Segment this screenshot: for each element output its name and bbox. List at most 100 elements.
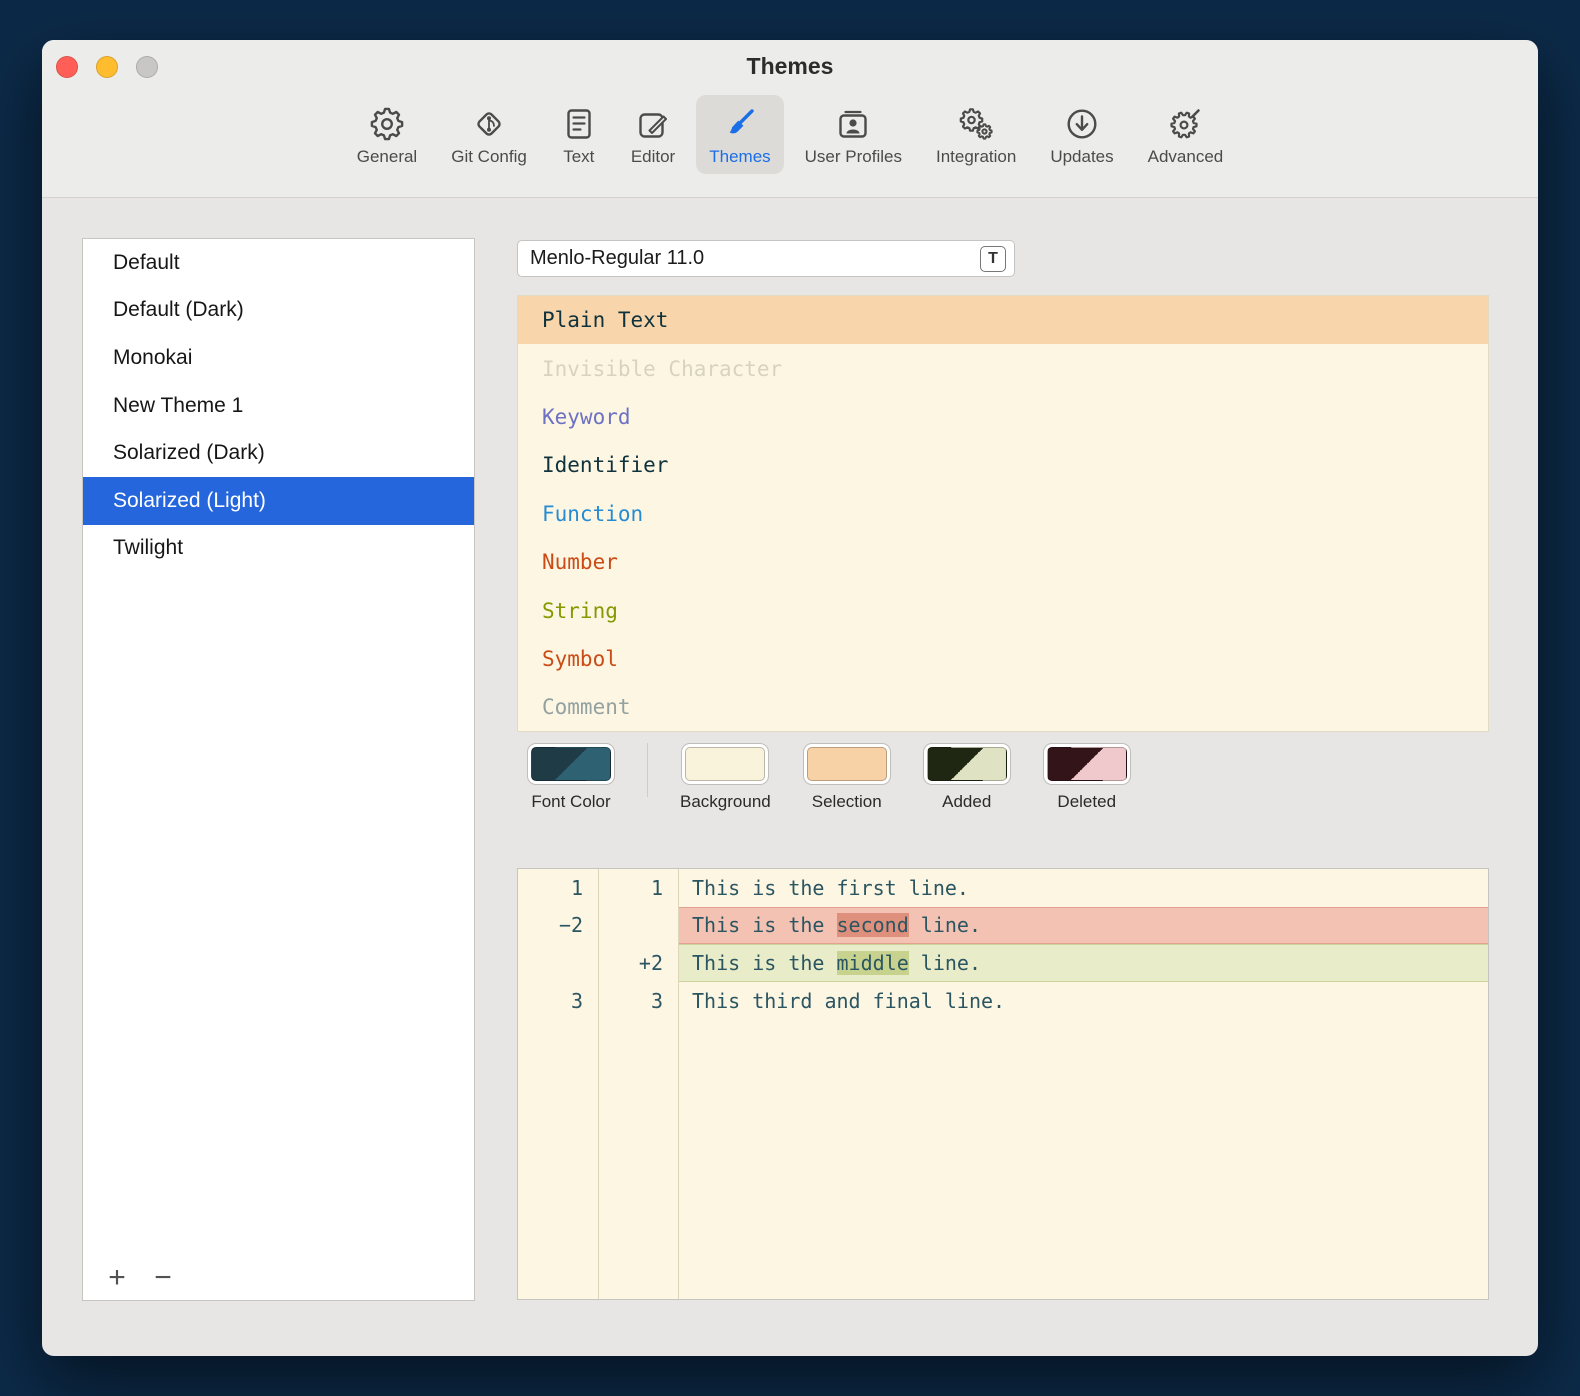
color-well[interactable]: [803, 743, 891, 785]
swatch-divider: [647, 743, 648, 797]
diff-line-text: This third and final line.: [678, 982, 1488, 1020]
desktop-background: Themes General Git Config Text Editor Themes…: [0, 0, 1580, 1396]
download-circle-icon: [1064, 104, 1100, 144]
diff-text-segment: This is the: [692, 913, 837, 937]
theme-list-item-new-theme-1[interactable]: New Theme 1: [83, 382, 474, 430]
swatch-deleted[interactable]: Deleted: [1043, 743, 1131, 812]
color-well[interactable]: [1043, 743, 1131, 785]
swatch-background[interactable]: Background: [680, 743, 771, 812]
gutter-divider: [678, 869, 679, 1299]
token-style-preview: Plain TextInvisible CharacterKeywordIden…: [517, 295, 1489, 732]
swatch-added[interactable]: Added: [923, 743, 1011, 812]
gears-icon: [958, 104, 994, 144]
add-theme-button[interactable]: +: [103, 1258, 131, 1298]
gutter-divider: [598, 869, 599, 1299]
diff-preview: 11This is the first line.−2This is the s…: [517, 868, 1489, 1300]
font-picker-button[interactable]: T: [980, 246, 1006, 272]
toolbar-item-label: Themes: [709, 148, 770, 167]
toolbar-item-advanced[interactable]: Advanced: [1135, 95, 1237, 174]
toolbar-item-updates[interactable]: Updates: [1037, 95, 1126, 174]
diff-line-text: This is the second line.: [678, 907, 1488, 945]
gear-icon: [369, 104, 405, 144]
new-line-number: [598, 907, 678, 945]
token-row-symbol[interactable]: Symbol: [518, 635, 1488, 683]
toolbar-item-label: Updates: [1050, 148, 1113, 167]
advanced-gear-icon: [1167, 104, 1203, 144]
new-line-number: 3: [598, 982, 678, 1020]
diff-word-highlight: second: [837, 913, 909, 937]
theme-list-item-solarized-light[interactable]: Solarized (Light): [83, 477, 474, 525]
token-row-keyword[interactable]: Keyword: [518, 393, 1488, 441]
toolbar-item-integration[interactable]: Integration: [923, 95, 1029, 174]
diff-text-segment: line.: [909, 913, 981, 937]
diff-line-text: This is the middle line.: [678, 944, 1488, 982]
color-well-fill: [1047, 747, 1127, 781]
preferences-toolbar: General Git Config Text Editor Themes User Pr…: [42, 95, 1538, 174]
swatch-font-color[interactable]: Font Color: [527, 743, 615, 812]
color-well-fill: [531, 747, 611, 781]
theme-list-item-default-dark[interactable]: Default (Dark): [83, 287, 474, 335]
window-header: Themes General Git Config Text Editor Themes…: [42, 40, 1538, 198]
old-line-number: 1: [518, 869, 598, 907]
diff-rows: 11This is the first line.−2This is the s…: [518, 869, 1488, 1299]
token-row-string[interactable]: String: [518, 586, 1488, 634]
color-well[interactable]: [527, 743, 615, 785]
old-line-number: −2: [518, 907, 598, 945]
window-title: Themes: [42, 53, 1538, 80]
toolbar-item-editor[interactable]: Editor: [618, 95, 688, 174]
toolbar-item-user-profiles[interactable]: User Profiles: [792, 95, 915, 174]
theme-list-actions: + −: [103, 1258, 177, 1298]
color-well-fill: [927, 747, 1007, 781]
token-row-plain-text[interactable]: Plain Text: [518, 296, 1488, 344]
toolbar-item-label: Integration: [936, 148, 1016, 167]
diff-text-segment: This is the: [692, 951, 837, 975]
toolbar-item-git-config[interactable]: Git Config: [438, 95, 540, 174]
token-row-comment[interactable]: Comment: [518, 683, 1488, 731]
swatch-label: Background: [680, 792, 771, 812]
old-line-number: 3: [518, 982, 598, 1020]
diff-text-segment: This third and final line.: [692, 989, 1005, 1013]
token-row-identifier[interactable]: Identifier: [518, 441, 1488, 489]
diff-row-added: +2This is the middle line.: [518, 944, 1488, 982]
diff-text-segment: line.: [909, 951, 981, 975]
diff-line-text: This is the first line.: [678, 869, 1488, 907]
color-well[interactable]: [681, 743, 769, 785]
swatch-label: Selection: [812, 792, 882, 812]
diff-row-context: 11This is the first line.: [518, 869, 1488, 907]
toolbar-item-label: General: [357, 148, 417, 167]
theme-list-item-twilight[interactable]: Twilight: [83, 525, 474, 573]
swatch-label: Font Color: [531, 792, 610, 812]
toolbar-item-text[interactable]: Text: [548, 95, 610, 174]
theme-list: + − DefaultDefault (Dark)MonokaiNew Them…: [82, 238, 475, 1301]
toolbar-item-general[interactable]: General: [344, 95, 430, 174]
toolbar-item-label: Git Config: [451, 148, 527, 167]
diff-row-context: 33 This third and final line.: [518, 982, 1488, 1020]
user-card-icon: [835, 104, 871, 144]
theme-list-item-default[interactable]: Default: [83, 239, 474, 287]
toolbar-item-label: User Profiles: [805, 148, 902, 167]
token-row-number[interactable]: Number: [518, 538, 1488, 586]
theme-list-item-monokai[interactable]: Monokai: [83, 334, 474, 382]
swatch-selection[interactable]: Selection: [803, 743, 891, 812]
toolbar-item-themes[interactable]: Themes: [696, 95, 783, 174]
swatch-label: Added: [942, 792, 991, 812]
token-row-function[interactable]: Function: [518, 490, 1488, 538]
font-name-value: Menlo-Regular 11.0: [530, 247, 704, 270]
color-swatch-row: Font Color Background Selection Added Delete…: [517, 743, 1489, 812]
token-row-invisible-character[interactable]: Invisible Character: [518, 344, 1488, 392]
paintbrush-icon: [722, 104, 758, 144]
diff-word-highlight: middle: [837, 951, 909, 975]
new-line-number: +2: [598, 944, 678, 982]
swatch-label: Deleted: [1057, 792, 1116, 812]
remove-theme-button[interactable]: −: [149, 1258, 177, 1298]
old-line-number: [518, 944, 598, 982]
git-branch-icon: [471, 104, 507, 144]
toolbar-item-label: Text: [563, 148, 594, 167]
toolbar-item-label: Editor: [631, 148, 675, 167]
theme-list-item-solarized-dark[interactable]: Solarized (Dark): [83, 429, 474, 477]
font-field[interactable]: Menlo-Regular 11.0 T: [517, 240, 1015, 277]
color-well[interactable]: [923, 743, 1011, 785]
text-document-icon: [561, 104, 597, 144]
new-line-number: 1: [598, 869, 678, 907]
editor-pencil-icon: [635, 104, 671, 144]
